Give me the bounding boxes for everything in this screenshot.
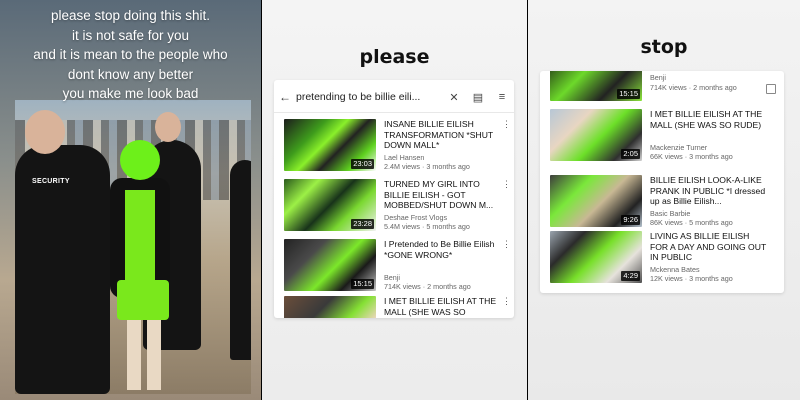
video-result[interactable]: I MET BILLIE EILISH AT THE MALL (SHE WAS… [284,296,511,318]
youtube-results-screenshot: ← pretending to be billie eili... ✕ ▤ ≡ … [274,80,514,318]
video-result[interactable]: 2:05 I MET BILLIE EILISH AT THE MALL (SH… [550,109,776,167]
security-shirt-label: SECURITY [32,178,70,185]
video-meta: 5.4M views · 5 months ago [384,222,470,231]
story-caption: please stop doing this shit. it is not s… [0,6,261,104]
filter-icon[interactable]: ≡ [490,91,514,103]
video-thumbnail[interactable]: 4:29 [550,231,642,283]
video-thumbnail[interactable] [284,296,376,318]
panel-heading: stop [640,36,688,58]
video-thumbnail[interactable]: 23:03 [284,119,376,171]
video-title[interactable]: INSANE BILLIE EILISH TRANSFORMATION *SHU… [384,119,502,151]
video-meta: 2.4M views · 3 months ago [384,162,470,171]
lookalike-shirt [125,190,155,290]
video-title[interactable]: BILLIE EILISH LOOK-A-LIKE PRANK IN PUBLI… [650,175,768,207]
more-vert-icon[interactable]: ⋮ [502,296,511,307]
video-meta: 714K views · 2 months ago [650,83,737,92]
guard-head [25,110,65,154]
video-thumbnail[interactable]: 2:05 [550,109,642,161]
more-vert-icon[interactable]: ⋮ [502,119,511,130]
security-guard-figure [230,160,251,360]
lookalike-green-hair [120,140,160,180]
search-bar[interactable]: ← pretending to be billie eili... ✕ ▤ ≡ [274,82,514,113]
caption-line: please stop doing this shit. [50,8,211,23]
video-duration: 15:15 [351,279,374,289]
video-thumbnail[interactable]: 9:26 [550,175,642,227]
lookalike-legs [127,320,161,390]
guard-head [155,112,181,142]
video-result[interactable]: 9:26 BILLIE EILISH LOOK-A-LIKE PRANK IN … [550,175,776,233]
video-duration: 23:28 [351,219,374,229]
caption-line: and it is mean to the people who [33,47,228,62]
video-meta: 66K views · 3 months ago [650,152,733,161]
video-title[interactable]: I Pretended to Be Billie Eilish *GONE WR… [384,239,502,260]
caption-line: dont know any better [67,66,194,82]
story-panel-2: please ← pretending to be billie eili...… [262,0,527,400]
video-result[interactable]: 23:28 TURNED MY GIRL INTO BILLIE EILISH … [284,179,511,237]
video-title[interactable]: TURNED MY GIRL INTO BILLIE EILISH - GOT … [384,179,502,211]
panel-heading: please [359,46,430,68]
video-meta: 86K views · 5 months ago [650,218,733,227]
video-thumbnail[interactable]: 23:28 [284,179,376,231]
cast-icon[interactable]: ▤ [466,91,490,104]
video-result[interactable]: 4:29 LIVING AS BILLIE EILISH FOR A DAY A… [550,231,776,289]
channel-name[interactable]: Basic Barbie [650,209,690,218]
story-photo: SECURITY [15,100,251,394]
video-duration: 2:05 [621,149,640,159]
video-thumbnail[interactable]: 15:15 [550,71,642,101]
video-meta: 714K views · 2 months ago [384,282,471,291]
search-query[interactable]: pretending to be billie eili... [296,91,442,103]
channel-name[interactable]: Mackenzie Turner [650,143,707,152]
video-result[interactable]: 15:15 Benji 714K views · 2 months ago [550,71,776,107]
caption-line: you make me look bad [62,86,199,101]
channel-name[interactable]: Deshae Frost Vlogs [384,213,447,222]
video-duration: 23:03 [351,159,374,169]
more-vert-icon[interactable]: ⋮ [502,179,511,190]
more-vert-icon[interactable]: ⋮ [502,239,511,250]
video-title[interactable]: I MET BILLIE EILISH AT THE MALL (SHE WAS… [650,109,768,130]
caption-line: it is not safe for you [71,27,190,43]
video-duration: 15:15 [617,89,640,99]
arrow-left-icon[interactable]: ← [274,90,296,104]
video-thumbnail[interactable]: 15:15 [284,239,376,291]
story-panel-1: SECURITY please stop doing this shit. it… [0,0,261,400]
channel-name[interactable]: Benji [650,73,666,82]
video-duration: 9:26 [621,215,640,225]
story-panel-3: stop 15:15 Benji 714K views · 2 months a… [528,0,800,400]
video-title[interactable]: I MET BILLIE EILISH AT THE MALL (SHE WAS… [384,296,502,317]
youtube-results-screenshot: 15:15 Benji 714K views · 2 months ago 2:… [540,71,784,293]
channel-name[interactable]: Mckenna Bates [650,265,700,274]
channel-name[interactable]: Lael Hansen [384,153,424,162]
video-result[interactable]: 23:03 INSANE BILLIE EILISH TRANSFORMATIO… [284,119,511,177]
video-meta: 12K views · 3 months ago [650,274,733,283]
lookalike-shorts [117,280,169,320]
checkbox[interactable] [766,84,776,94]
close-icon[interactable]: ✕ [442,91,466,104]
video-duration: 4:29 [621,271,640,281]
channel-name[interactable]: Benji [384,273,400,282]
video-result[interactable]: 15:15 I Pretended to Be Billie Eilish *G… [284,239,511,297]
video-title[interactable]: LIVING AS BILLIE EILISH FOR A DAY AND GO… [650,231,768,263]
